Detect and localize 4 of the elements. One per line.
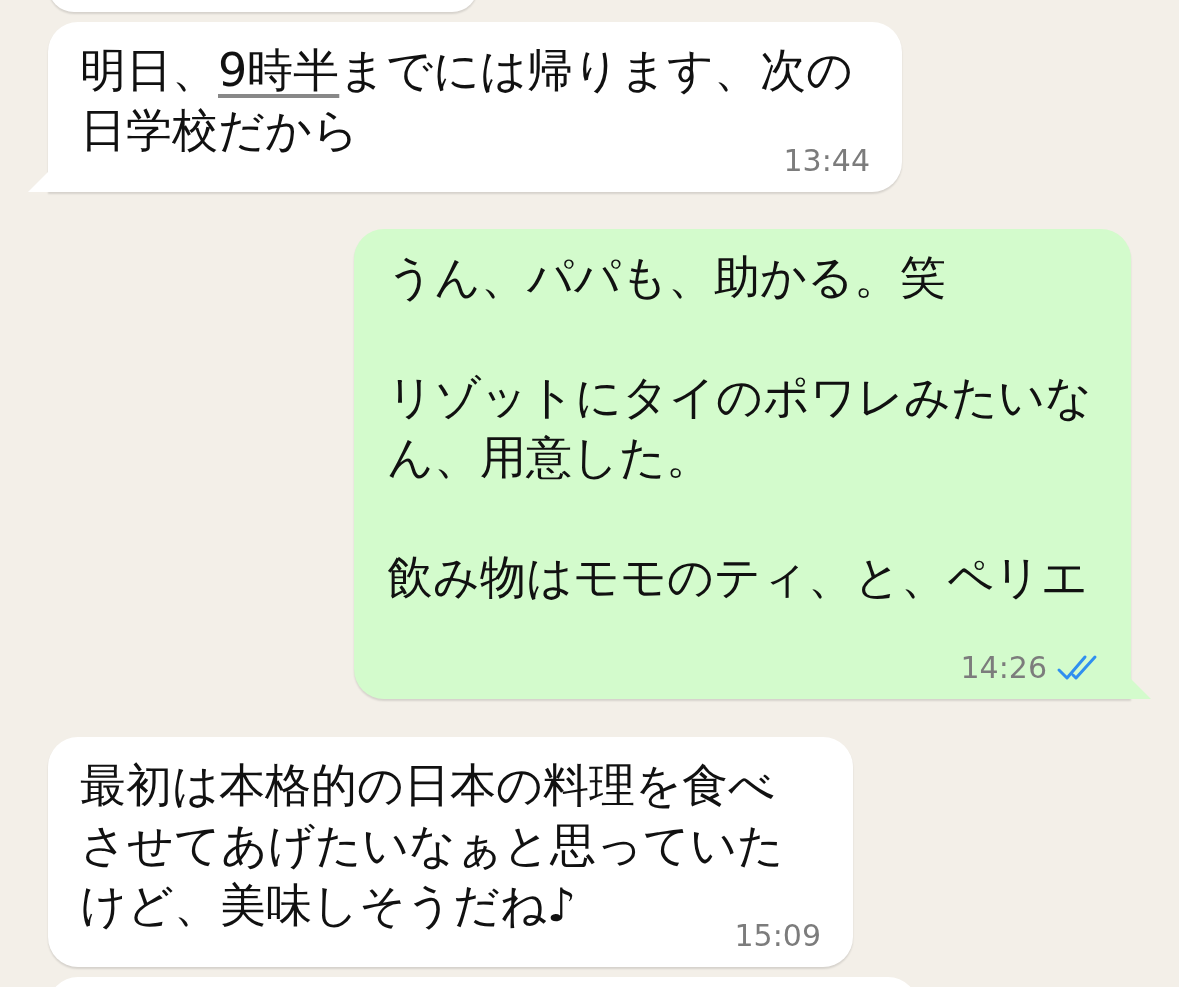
date-link[interactable]: 9時半 [218,43,340,97]
message-time: 14:26 [960,650,1047,685]
message-text: うん、パパも、助かる。笑 [387,249,947,306]
message-text: リゾットにタイのポワレみたいなん、用意した。 [387,369,1093,486]
